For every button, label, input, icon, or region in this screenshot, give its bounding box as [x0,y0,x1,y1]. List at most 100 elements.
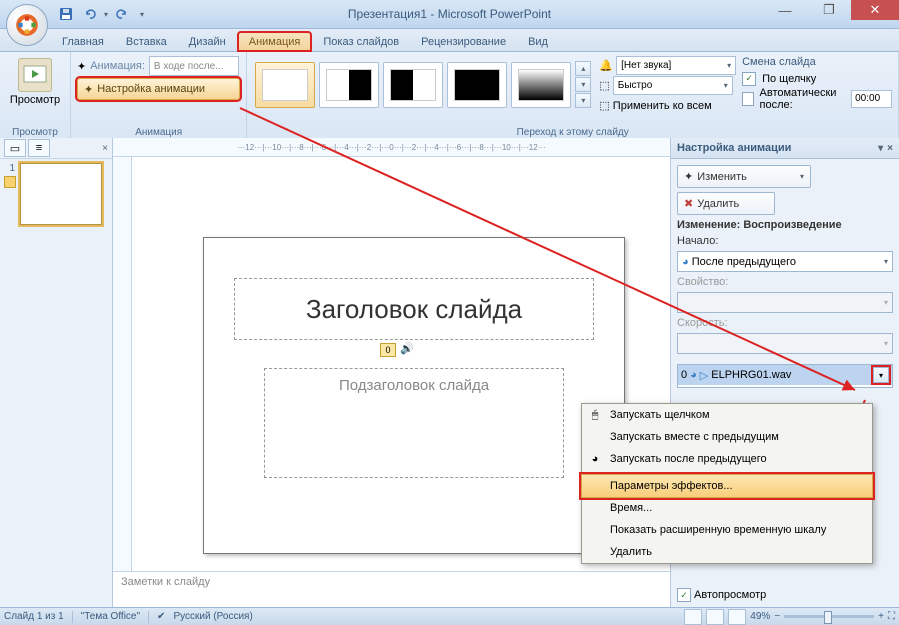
tab-view[interactable]: Вид [518,33,558,51]
tab-insert[interactable]: Вставка [116,33,177,51]
tab-slideshow[interactable]: Показ слайдов [313,33,409,51]
subtitle-placeholder[interactable]: Подзаголовок слайда [264,368,564,478]
remove-effect-button[interactable]: ✖ Удалить [677,192,775,215]
transition-gallery[interactable]: ▴▾▾ [253,54,593,115]
preview-icon [18,58,52,92]
notes-pane[interactable]: Заметки к слайду [113,571,670,608]
ctx-show-timeline[interactable]: Показать расширенную временную шкалу [582,519,872,541]
property-dropdown: ▾ [677,292,893,313]
status-language[interactable]: Русский (Россия) [173,611,252,622]
preview-label: Просмотр [10,94,60,106]
effect-dropdown-button[interactable]: ▾ [873,367,889,383]
undo-icon[interactable] [80,4,100,24]
close-button[interactable]: ✕ [851,0,899,20]
spell-icon[interactable]: ✔ [157,611,165,622]
slide-thumbnail-1[interactable]: 1 [4,163,108,225]
configure-animation-button[interactable]: ✦ Настройка анимации [77,78,240,100]
autoview-checkbox[interactable]: ✓ [677,588,691,602]
star-icon: ✦ [684,170,693,183]
modify-header: Изменение: Воспроизведение [677,219,893,231]
undo-dropdown-icon[interactable]: ▾ [104,10,108,19]
mouse-icon: 🖱 [586,406,604,424]
slideshow-view-button[interactable] [728,609,746,625]
remove-icon: ✖ [684,197,693,210]
ribbon: Просмотр Просмотр ✦ Анимация: В ходе пос… [0,52,899,141]
transition-item[interactable] [447,62,507,108]
effect-list-item[interactable]: 0 ◕ ▷ ELPHRG01.wav ▾ [678,365,892,385]
animation-label: Анимация: [90,60,145,72]
tab-review[interactable]: Рецензирование [411,33,516,51]
quick-access-toolbar: ▾ ▾ [56,0,144,28]
clock-icon: ◕ [690,369,697,381]
ruler-horizontal: ···12···|···10···|···8···|···6···|···4··… [113,138,670,157]
start-label: Начало: [677,235,893,247]
on-click-checkbox[interactable]: ✓ [742,72,756,86]
status-theme: "Тема Office" [81,611,140,622]
ctx-effect-options[interactable]: Параметры эффектов... [581,474,873,498]
zoom-slider[interactable] [784,615,874,618]
outline-tab[interactable]: ≡ [28,139,50,157]
ribbon-group-animation: ✦ Анимация: В ходе после... ✦ Настройка … [71,52,247,140]
auto-time-input[interactable]: 00:00 [851,90,892,108]
taskpane-header: Настройка анимации ▾× [671,138,899,159]
gallery-scroll[interactable]: ▴▾▾ [575,61,591,108]
zoom-in-button[interactable]: + [878,611,884,622]
transition-item[interactable] [511,62,571,108]
tab-design[interactable]: Дизайн [179,33,236,51]
normal-view-button[interactable] [684,609,702,625]
speed-icon: ⬚ [599,79,609,92]
pane-close-icon[interactable]: × [102,143,108,154]
slide-change-column: Смена слайда ✓По щелчку Автоматически по… [742,54,892,115]
start-dropdown[interactable]: ◕ После предыдущего ▾ [677,251,893,272]
taskpane-close-icon[interactable]: × [887,143,893,154]
transition-sound-dropdown[interactable]: [Нет звука]▾ [616,56,736,75]
animation-sequence-badge[interactable]: 0 [380,343,396,357]
zoom-percent[interactable]: 49% [750,611,770,622]
save-icon[interactable] [56,4,76,24]
play-icon: ▷ [700,369,708,382]
fit-window-button[interactable]: ⛶ [888,611,895,622]
slide-canvas[interactable]: Заголовок слайда 0 🔊 Подзаголовок слайда [203,237,625,554]
sorter-view-button[interactable] [706,609,724,625]
slides-pane: ▭ ≡ × 1 [0,138,113,608]
animation-indicator-icon [4,176,16,188]
ctx-start-with-previous[interactable]: Запускать вместе с предыдущим [582,426,872,448]
animation-dropdown[interactable]: В ходе после... [149,56,239,76]
ctx-start-after-previous[interactable]: ◕Запускать после предыдущего [582,448,872,470]
effects-list[interactable]: 0 ◕ ▷ ELPHRG01.wav ▾ [677,364,893,388]
qat-customize-icon[interactable]: ▾ [140,10,144,19]
redo-icon[interactable] [112,4,132,24]
taskpane-menu-icon[interactable]: ▾ [878,143,883,154]
transition-none[interactable] [255,62,315,108]
titlebar: ▾ ▾ Презентация1 - Microsoft PowerPoint … [0,0,899,29]
ctx-timing[interactable]: Время... [582,497,872,519]
ctx-start-on-click[interactable]: 🖱Запускать щелчком [582,404,872,426]
transition-item[interactable] [319,62,379,108]
animation-taskpane: Настройка анимации ▾× ✦ Изменить ▾ ✖ Уда… [670,138,899,608]
ribbon-group-preview: Просмотр Просмотр [0,52,71,140]
speed-label: Скорость: [677,317,893,329]
title-placeholder[interactable]: Заголовок слайда [234,278,594,340]
office-button[interactable] [6,4,48,46]
tab-animation[interactable]: Анимация [238,32,312,51]
transition-item[interactable] [383,62,443,108]
sound-object-icon[interactable]: 🔊 [400,342,414,356]
transition-speed-dropdown[interactable]: Быстро▾ [613,76,733,95]
auto-after-checkbox[interactable] [742,92,753,106]
apply-to-all-button[interactable]: ⬚Применить ко всем [599,96,736,115]
effect-name: ELPHRG01.wav [711,369,791,381]
tab-home[interactable]: Главная [52,33,114,51]
maximize-button[interactable]: ❐ [807,0,851,20]
slides-tab[interactable]: ▭ [4,139,26,157]
zoom-out-button[interactable]: − [774,611,780,622]
apply-all-icon: ⬚ [599,99,609,112]
gear-star-icon: ✦ [84,83,93,96]
minimize-button[interactable]: — [763,0,807,20]
preview-button[interactable]: Просмотр [6,54,64,110]
change-effect-button[interactable]: ✦ Изменить ▾ [677,165,811,188]
autoview-row: ✓ Автопросмотр [677,588,766,602]
anim-dropdown-icon: ✦ [77,60,86,73]
effect-order: 0 [681,369,687,381]
ctx-remove[interactable]: Удалить [582,541,872,563]
clock-icon: ◕ [682,256,689,268]
